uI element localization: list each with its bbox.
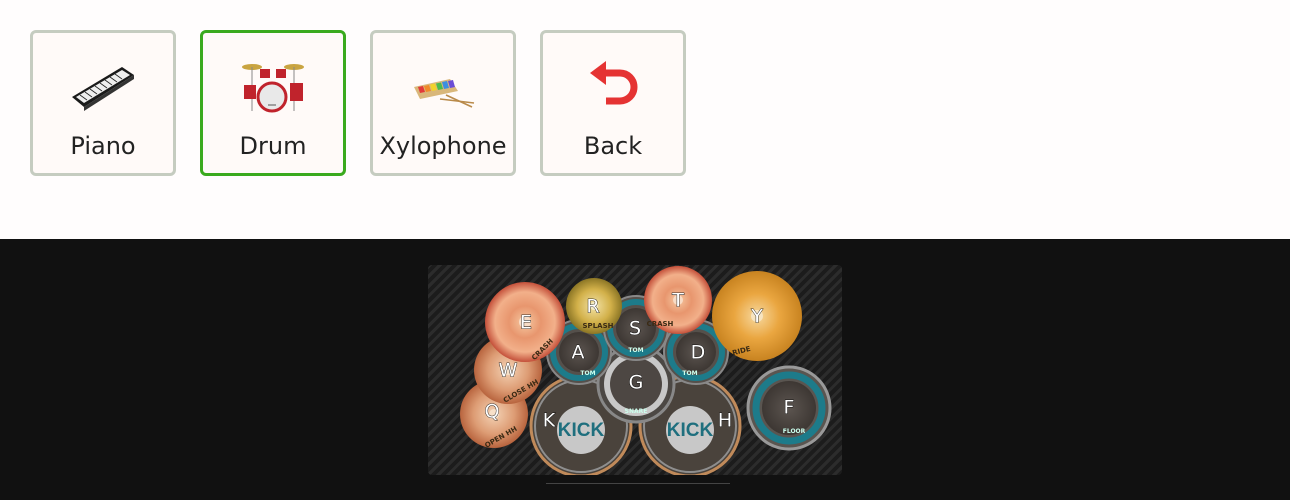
key-h-label: H (718, 410, 732, 432)
key-y-label: Y (750, 306, 763, 328)
xylophone-button[interactable]: Xylophone (370, 30, 516, 176)
crash-t-pad[interactable]: T CRASH (644, 266, 712, 334)
drum-label: Drum (239, 132, 307, 160)
divider (546, 483, 730, 484)
key-k-label: K (543, 410, 556, 432)
drum-kit-icon (240, 59, 306, 113)
tom-a-label: TOM (580, 370, 595, 377)
key-d-label: D (691, 342, 706, 364)
drum-button[interactable]: Drum (200, 30, 346, 176)
back-button[interactable]: Back (540, 30, 686, 176)
tom-d-label: TOM (682, 370, 697, 377)
drum-stage: KICK K KICK H F FLOOR Q OPEN HH W CLOSE … (0, 239, 1290, 500)
splash-label: SPLASH (583, 322, 614, 330)
back-arrow-icon (580, 59, 646, 111)
piano-label: Piano (70, 132, 136, 160)
piano-icon (70, 59, 136, 111)
key-f-label: F (784, 397, 795, 419)
key-t-label: T (671, 290, 684, 312)
floor-tom-pad[interactable]: F FLOOR (746, 365, 832, 451)
piano-button[interactable]: Piano (30, 30, 176, 176)
splash-pad[interactable]: R SPLASH (566, 278, 622, 334)
floor-tom-label: FLOOR (783, 428, 806, 435)
key-q-label: Q (485, 401, 500, 423)
ride-pad[interactable]: Y RIDE (712, 271, 802, 361)
xylophone-label: Xylophone (379, 132, 507, 160)
key-e-label: E (520, 312, 532, 334)
crash-e-pad[interactable]: E CRASH (485, 282, 565, 362)
kick-right-label: KICK (667, 420, 714, 441)
key-w-label: W (499, 360, 518, 382)
key-r-label: R (586, 296, 599, 318)
back-label: Back (583, 132, 643, 160)
xylophone-icon (410, 59, 476, 111)
key-a-label: A (572, 342, 585, 364)
kick-left-label: KICK (558, 420, 605, 441)
key-g-label: G (629, 372, 644, 394)
crash-t-label: CRASH (647, 320, 674, 328)
key-s-label: S (629, 318, 641, 340)
snare-label: SNARE (625, 408, 648, 415)
instrument-toolbar: Piano Drum Xylophone Back (30, 30, 686, 176)
tom-s-label: TOM (628, 347, 643, 354)
drum-kit: KICK K KICK H F FLOOR Q OPEN HH W CLOSE … (428, 265, 842, 475)
